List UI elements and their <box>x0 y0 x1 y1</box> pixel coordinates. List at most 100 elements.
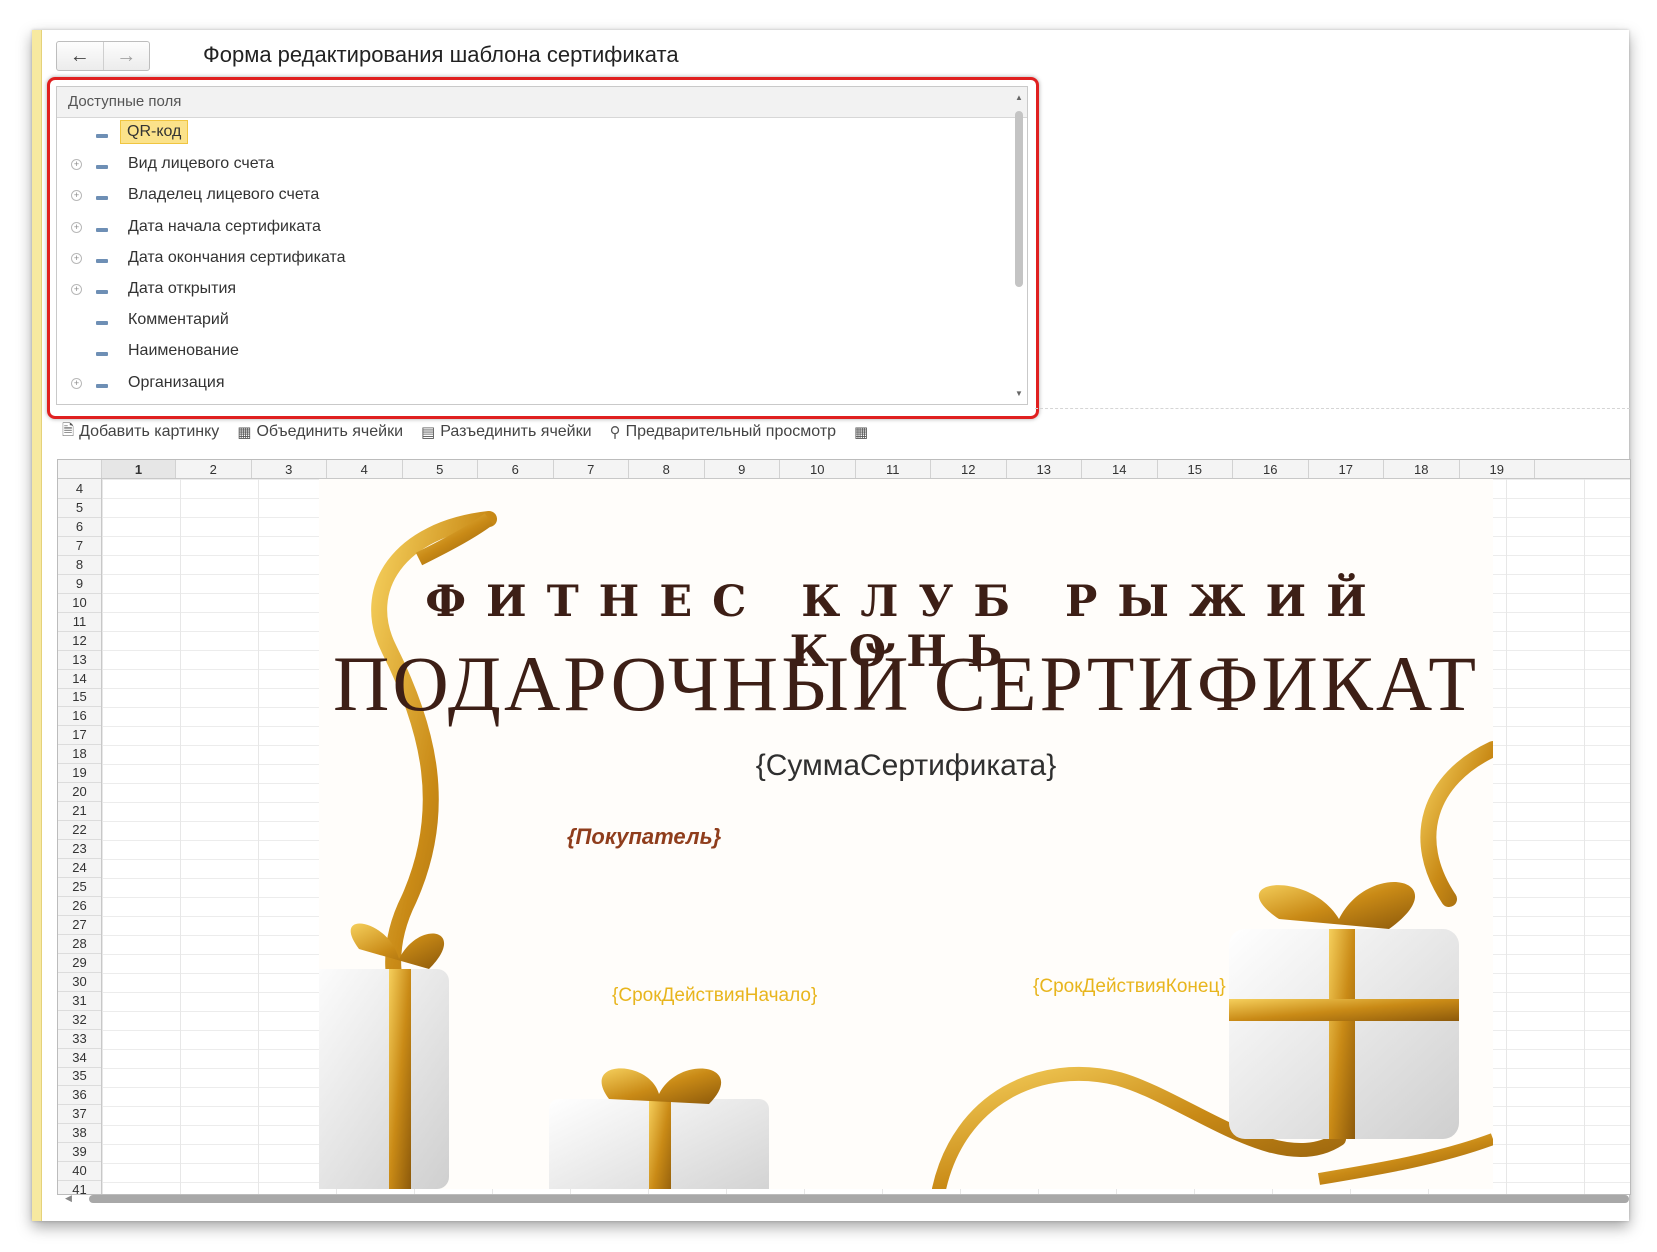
sheet-corner[interactable] <box>58 460 102 478</box>
row-header-cell[interactable]: 28 <box>58 934 101 954</box>
row-header-cell[interactable]: 31 <box>58 991 101 1011</box>
column-header-cell[interactable]: 4 <box>327 460 403 478</box>
field-item-label: Вид лицевого счета <box>128 155 275 173</box>
column-header-cell[interactable]: 19 <box>1460 460 1535 478</box>
magnifier-icon: ⚲ <box>609 424 621 441</box>
column-header-cell[interactable]: 11 <box>856 460 931 478</box>
preview-button[interactable]: ⚲ Предварительный просмотр <box>610 423 836 441</box>
row-header-cell[interactable]: 30 <box>58 972 101 992</box>
row-header-cell[interactable]: 10 <box>58 593 101 613</box>
row-header-cell[interactable]: 20 <box>58 782 101 803</box>
field-item[interactable]: Комментарий <box>57 305 1007 337</box>
row-header-cell[interactable]: 4 <box>58 479 101 499</box>
row-header-cell[interactable]: 27 <box>58 915 101 935</box>
column-header-cell[interactable]: 18 <box>1384 460 1460 478</box>
row-header-cell[interactable]: 13 <box>58 650 101 670</box>
sheet-horizontal-scrollbar[interactable]: ◀ <box>57 1193 1629 1205</box>
column-header-cell[interactable]: 8 <box>629 460 705 478</box>
field-item[interactable]: QR-код <box>57 118 1007 150</box>
row-header-cell[interactable]: 24 <box>58 858 101 878</box>
row-header-cell[interactable]: 29 <box>58 953 101 973</box>
expand-icon[interactable]: + <box>71 159 82 171</box>
field-item[interactable]: + Организация <box>57 368 1007 400</box>
row-header-cell[interactable]: 7 <box>58 536 101 556</box>
row-header-cell[interactable]: 6 <box>58 517 101 537</box>
arrow-left-icon: ← <box>69 44 90 67</box>
column-header-cell[interactable]: 2 <box>176 460 252 478</box>
expand-icon[interactable]: + <box>71 190 82 202</box>
scroll-down-icon[interactable]: ▼ <box>1015 389 1023 398</box>
column-header-cell[interactable]: 12 <box>931 460 1007 478</box>
expand-icon[interactable]: + <box>71 284 82 295</box>
column-header-cell[interactable]: 7 <box>554 460 629 478</box>
column-header-cell[interactable]: 9 <box>705 460 780 478</box>
arrow-right-icon: → <box>116 44 137 67</box>
row-header-cell[interactable]: 34 <box>58 1048 101 1068</box>
row-header-cell[interactable]: 15 <box>58 687 101 708</box>
column-header-cell[interactable]: 1 <box>102 460 176 478</box>
field-item[interactable]: + Вид лицевого счета <box>57 149 1007 181</box>
row-header-cell[interactable]: 8 <box>58 555 101 575</box>
add-picture-button[interactable]: 🗎 Добавить картинку <box>62 420 219 445</box>
column-header-cell[interactable]: 14 <box>1082 460 1158 478</box>
row-header-cell[interactable]: 32 <box>58 1010 101 1030</box>
column-header-cell[interactable]: 10 <box>780 460 856 478</box>
field-item-label: Комментарий <box>128 311 229 329</box>
column-header-cell[interactable]: 15 <box>1158 460 1233 478</box>
row-header-cell[interactable]: 5 <box>58 498 101 518</box>
forward-button[interactable]: → <box>102 42 150 70</box>
field-item[interactable]: + Дата окончания сертификата <box>57 243 1007 275</box>
fields-scrollbar[interactable]: ▲ ▼ <box>1013 89 1025 400</box>
row-header-cell[interactable]: 22 <box>58 820 101 841</box>
scroll-thumb[interactable] <box>1015 111 1023 287</box>
field-item[interactable]: Наименование <box>57 336 1007 368</box>
row-header-cell[interactable]: 36 <box>58 1085 101 1106</box>
column-header-cell[interactable]: 13 <box>1007 460 1082 478</box>
image-file-icon: 🗎 <box>62 421 75 439</box>
expand-icon[interactable]: + <box>71 377 82 389</box>
column-header-cell[interactable]: 17 <box>1309 460 1384 478</box>
expand-icon[interactable]: + <box>71 221 82 233</box>
row-header-cell[interactable]: 23 <box>58 839 101 860</box>
row-header-cell[interactable]: 26 <box>58 896 101 916</box>
scroll-up-icon[interactable]: ▲ <box>1015 93 1023 102</box>
table-settings-button[interactable]: ▦ <box>854 423 873 441</box>
row-header-cell[interactable]: 21 <box>58 801 101 822</box>
back-button[interactable]: ← <box>57 42 103 70</box>
field-item-label: Дата открытия <box>128 280 237 297</box>
row-header-cell[interactable]: 33 <box>58 1029 101 1049</box>
column-header-cell[interactable]: 16 <box>1233 460 1309 478</box>
expand-icon[interactable]: + <box>71 252 82 264</box>
scroll-left-icon[interactable]: ◀ <box>65 1193 72 1204</box>
row-header-cell[interactable]: 9 <box>58 574 101 594</box>
column-header-cell[interactable]: 3 <box>252 460 327 478</box>
available-fields-panel: Доступные поля QR-код + Вид лицевого счета… <box>56 86 1028 405</box>
row-header-cell[interactable]: 17 <box>58 725 101 746</box>
field-item-label: Владелец лицевого счета <box>128 186 320 204</box>
field-item[interactable]: + Дата начала сертификата <box>57 212 1007 244</box>
column-header-cell[interactable]: 5 <box>403 460 478 478</box>
row-header-cell[interactable]: 40 <box>58 1161 101 1182</box>
row-header-cell[interactable]: 39 <box>58 1142 101 1163</box>
nav-buttons: ← → <box>56 41 150 71</box>
row-header-cell[interactable]: 25 <box>58 877 101 897</box>
row-header-cell[interactable]: 14 <box>58 669 101 689</box>
row-header-cell[interactable]: 12 <box>58 631 101 651</box>
field-item-label: Дата окончания сертификата <box>128 248 346 266</box>
row-header-cell[interactable]: 37 <box>58 1104 101 1125</box>
merge-cells-button[interactable]: ▦ Объединить ячейки <box>237 423 403 441</box>
row-header-cell[interactable]: 19 <box>58 763 101 784</box>
row-header-cell[interactable]: 35 <box>58 1066 101 1087</box>
field-item[interactable]: + Дата открытия <box>57 274 1007 306</box>
hscroll-thumb[interactable] <box>89 1195 1629 1203</box>
row-header-cell[interactable]: 16 <box>58 706 101 727</box>
spreadsheet[interactable]: 1 2 3 4 5 6 7 8 9 10 11 12 13 14 15 16 17 18 19 4 5 6 7 8 9 10 11… <box>57 459 1631 1195</box>
end-date-placeholder: {СрокДействияКонец} <box>1033 976 1226 997</box>
row-header-cell[interactable]: 38 <box>58 1123 101 1144</box>
split-cells-button[interactable]: ▤ Разъединить ячейки <box>421 423 592 441</box>
certificate-image[interactable]: ФИТНЕС КЛУБ РЫЖИЙ КОНЬ ПОДАРОЧНЫЙ СЕРТИФ… <box>319 479 1493 1189</box>
column-header-cell[interactable]: 6 <box>478 460 554 478</box>
row-header-cell[interactable]: 18 <box>58 744 101 765</box>
row-header-cell[interactable]: 11 <box>58 612 101 632</box>
field-item[interactable]: + Владелец лицевого счета <box>57 180 1007 212</box>
